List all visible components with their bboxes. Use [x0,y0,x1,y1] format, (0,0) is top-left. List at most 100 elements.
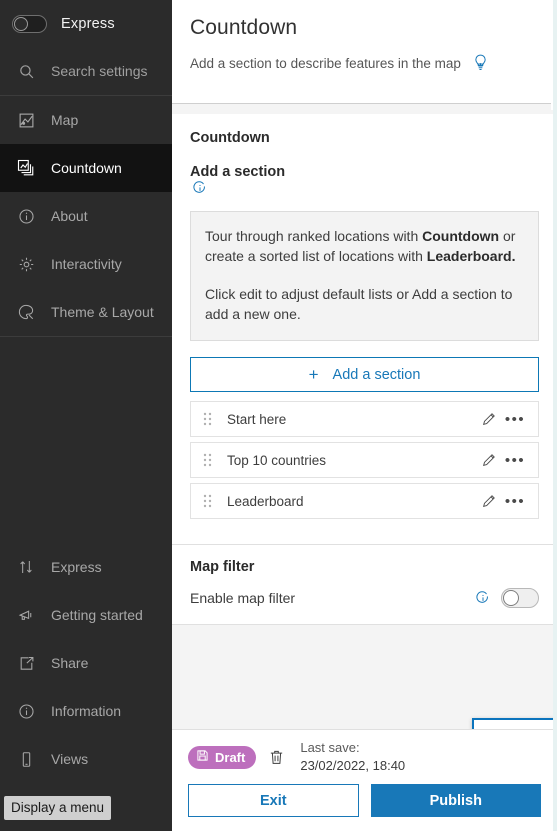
sidebar-item-theme-layout[interactable]: Theme & Layout [0,288,172,336]
ellipsis-icon[interactable]: ••• [502,406,528,432]
sidebar: Express Search settings Map Countdown Ab… [0,0,172,831]
sidebar-item-interactivity[interactable]: Interactivity [0,240,172,288]
ellipsis-icon[interactable]: ••• [502,447,528,473]
ellipsis-glyph: ••• [504,492,526,510]
right-edge-strip [553,0,557,831]
megaphone-icon [17,606,35,624]
map-filter-label: Enable map filter [190,590,296,607]
express-toggle-knob [14,16,28,31]
header-divider [172,103,557,114]
sort-arrows-icon [17,558,35,576]
search-settings[interactable]: Search settings [0,47,172,96]
exit-button[interactable]: Exit [188,784,359,817]
sidebar-item-countdown[interactable]: Countdown [0,144,172,192]
pencil-icon[interactable] [476,488,502,514]
sidebar-item-information[interactable]: Information [0,687,172,735]
card-title: Countdown [190,130,270,146]
search-settings-label: Search settings [51,63,148,79]
drag-handle-icon[interactable] [199,410,215,428]
sidebar-item-label: Interactivity [51,256,122,272]
eye-icon [496,729,530,730]
status-badge[interactable]: Draft [188,745,257,769]
list-item-label: Leaderboard [227,493,304,509]
ellipsis-glyph: ••• [504,410,526,428]
drag-handle-icon[interactable] [199,451,215,469]
last-save-info: Last save: 23/02/2022, 18:40 [300,739,405,774]
info-icon[interactable] [193,181,207,195]
pencil-icon[interactable] [476,406,502,432]
sidebar-item-about[interactable]: About [0,192,172,240]
section-context-menu: Enable/Disable section Duplicate Delete [472,718,557,729]
last-save-label: Last save: [300,740,360,756]
sidebar-item-share[interactable]: Share [0,639,172,687]
express-toggle-row[interactable]: Express [0,0,172,47]
list-item-label: Top 10 countries [227,452,327,468]
express-toggle[interactable] [12,14,47,33]
last-save-value: 23/02/2022, 18:40 [300,758,406,773]
ellipsis-icon[interactable]: ••• [502,488,528,514]
palette-icon [17,303,35,321]
page-title: Countdown [190,16,298,39]
footer-bar: Draft Last save: 23/02/2022, 18:40 Exit … [172,729,557,831]
sidebar-item-getting-started[interactable]: Getting started [0,591,172,639]
list-item-label: Start here [227,411,287,427]
menu-tooltip: Display a menu [4,796,112,820]
sidebar-item-express[interactable]: Express [0,543,172,591]
sidebar-item-map[interactable]: Map [0,96,172,144]
sidebar-item-label: Countdown [51,160,122,176]
footer-buttons: Exit Publish [172,784,557,831]
add-section-heading: Add a section [190,164,286,180]
sidebar-item-label: Views [51,751,89,767]
lightbulb-icon[interactable] [471,51,491,75]
map-filter-toggle[interactable] [501,588,539,609]
save-disk-icon [196,749,209,765]
map-filter-heading: Map filter [190,559,255,576]
gear-icon [17,255,35,273]
trash-icon[interactable] [265,745,287,769]
sidebar-item-label: Share [51,655,89,671]
countdown-card: Countdown Add a section Tour through ran… [172,114,557,546]
info-circle-icon [17,702,35,720]
settings-scroll-area[interactable]: Countdown Add a section Tour through ran… [172,114,557,729]
info-notice: Tour through ranked locations with Count… [190,211,539,342]
map-icon [17,111,35,129]
page-subtitle-row: Add a section to describe features in th… [190,51,539,75]
info-icon[interactable] [476,591,490,605]
share-icon [17,654,35,672]
publish-button[interactable]: Publish [370,784,541,817]
app-root: Express Search settings Map Countdown Ab… [0,0,557,831]
express-toggle-label: Express [61,15,115,32]
map-filter-row: Enable map filter [190,588,539,609]
countdown-icon [17,159,35,177]
add-a-section-label: Add a section [332,366,421,383]
status-badge-label: Draft [215,749,246,765]
list-item[interactable]: Top 10 countries ••• [190,442,539,479]
sidebar-item-label: About [51,208,88,224]
search-icon [17,62,35,80]
sidebar-item-label: Map [51,112,79,128]
map-filter-toggle-knob [503,590,519,607]
list-item[interactable]: Leaderboard ••• [190,483,539,520]
sidebar-item-label: Theme & Layout [51,304,154,320]
main-panel: Countdown Add a section to describe feat… [172,0,557,831]
menu-item-enable-disable-section[interactable]: Enable/Disable section [472,718,557,729]
notice-line-1: Tour through ranked locations with Count… [205,228,516,265]
list-item[interactable]: Start here ••• [190,401,539,438]
info-circle-icon [17,207,35,225]
sidebar-item-views[interactable]: Views [0,735,172,783]
sidebar-item-label: Information [51,703,122,719]
map-filter-card: Map filter Enable map filter [172,545,557,626]
ellipsis-glyph: ••• [504,451,526,469]
section-list: Start here ••• Top 10 countries ••• Lead… [190,401,539,520]
drag-handle-icon[interactable] [199,492,215,510]
device-icon [17,750,35,768]
page-subtitle: Add a section to describe features in th… [190,55,461,71]
save-status-row: Draft Last save: 23/02/2022, 18:40 [172,730,557,784]
pencil-icon[interactable] [476,447,502,473]
panel-header: Countdown Add a section to describe feat… [172,0,557,103]
sidebar-lower-nav: Express Getting started Share Informatio… [0,543,172,831]
notice-line-2: Click edit to adjust default lists or Ad… [205,285,513,322]
add-a-section-button[interactable]: + Add a section [190,357,539,393]
sidebar-item-label: Express [51,559,102,575]
